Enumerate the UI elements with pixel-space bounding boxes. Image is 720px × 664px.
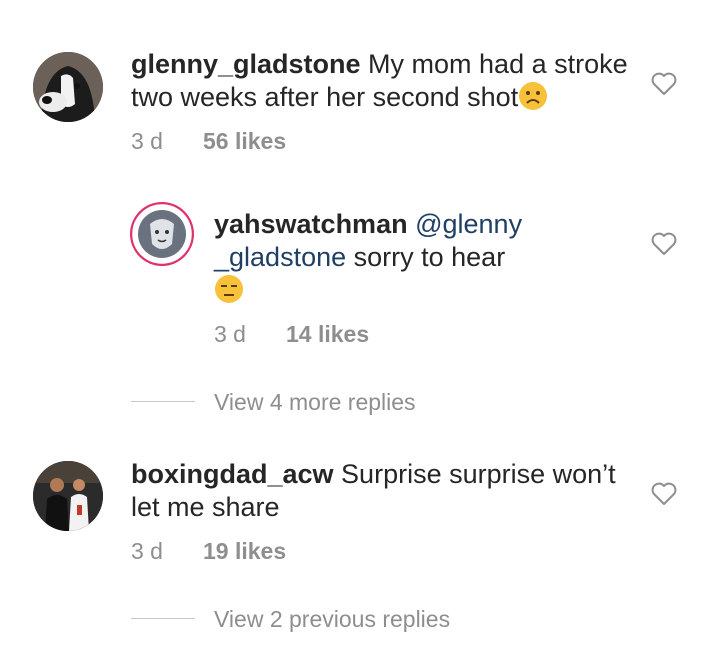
people-photo-icon — [33, 461, 103, 531]
comment-meta: 3 d 14 likes — [214, 321, 369, 348]
comment-line: boxingdad_acw Surprise surprise won’t — [131, 458, 641, 491]
view-previous-replies-button[interactable]: View 2 previous replies — [214, 606, 450, 633]
comment-meta: 3 d 19 likes — [131, 538, 286, 565]
comment-text: My mom had a stroke — [360, 49, 628, 79]
comment-username[interactable]: glenny_gladstone — [131, 49, 361, 79]
divider-line — [131, 618, 195, 619]
likes-count[interactable]: 56 likes — [203, 128, 286, 154]
comment-line: let me share — [131, 491, 641, 524]
dog-photo-icon — [33, 52, 103, 122]
comment-username[interactable]: boxingdad_acw — [131, 459, 334, 489]
heart-icon[interactable] — [650, 480, 678, 506]
comment-time: 3 d — [214, 321, 246, 347]
lion-logo-icon — [130, 202, 194, 266]
unamused-face-icon — [214, 274, 244, 312]
comment-text: two weeks after her second shot — [131, 82, 519, 112]
likes-count[interactable]: 19 likes — [203, 538, 286, 564]
comment-line: two weeks after her second shot — [131, 81, 641, 119]
reply-body: yahswatchman @glenny _gladstone sorry to… — [214, 208, 614, 312]
comment-line: _gladstone sorry to hear — [214, 241, 614, 274]
divider-line — [131, 401, 195, 402]
avatar-glenny-gladstone[interactable] — [33, 52, 103, 122]
mention-link[interactable]: _gladstone — [214, 242, 346, 272]
likes-count[interactable]: 14 likes — [286, 321, 369, 347]
comment-time: 3 d — [131, 538, 163, 564]
avatar-yahswatchman[interactable] — [130, 202, 194, 266]
comment-line: glenny_gladstone My mom had a stroke — [131, 48, 641, 81]
view-more-replies-button[interactable]: View 4 more replies — [214, 389, 416, 416]
comment-line — [214, 274, 614, 312]
comment-text: let me share — [131, 492, 280, 522]
heart-icon[interactable] — [650, 230, 678, 256]
comment-username[interactable]: yahswatchman — [214, 209, 408, 239]
comment-text: Surprise surprise won’t — [333, 459, 616, 489]
comment-body: boxingdad_acw Surprise surprise won’t le… — [131, 458, 641, 524]
comment-body: glenny_gladstone My mom had a stroke two… — [131, 48, 641, 119]
heart-icon[interactable] — [650, 70, 678, 96]
comment-line: yahswatchman @glenny — [214, 208, 614, 241]
mention-link[interactable]: @glenny — [415, 209, 522, 239]
comment-time: 3 d — [131, 128, 163, 154]
comment-meta: 3 d 56 likes — [131, 128, 286, 155]
avatar-boxingdad-acw[interactable] — [33, 461, 103, 531]
frowning-face-icon — [518, 81, 548, 119]
comment-text: sorry to hear — [346, 242, 506, 272]
